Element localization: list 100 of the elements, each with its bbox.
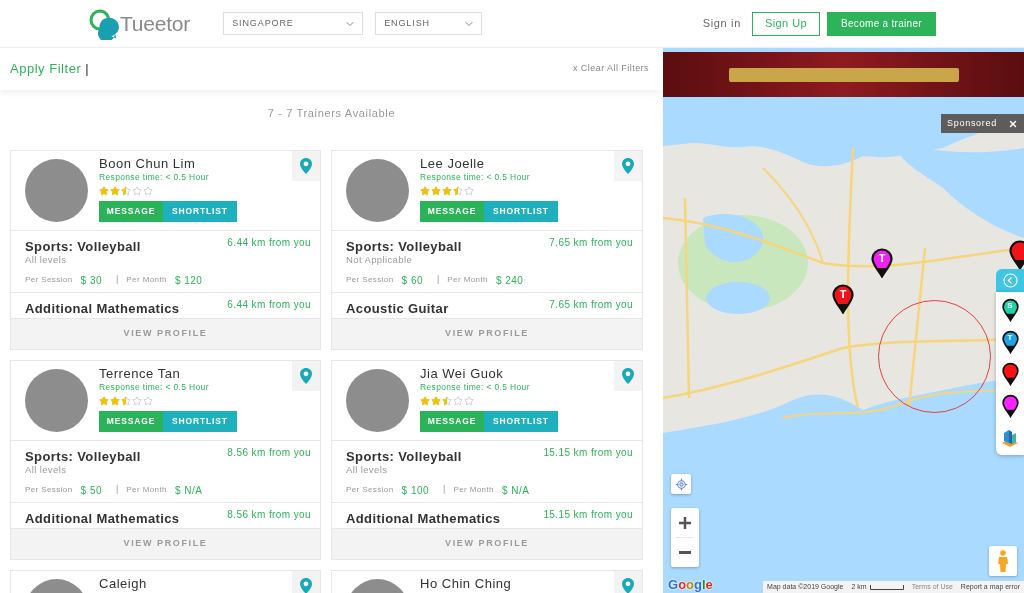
price-label: Per Session <box>25 484 73 496</box>
star-icon <box>431 185 441 196</box>
response-time: Response time: < 0.5 Hour <box>99 172 209 183</box>
text-cursor: | <box>85 60 89 79</box>
language-select[interactable]: ENGLISH <box>375 12 483 35</box>
location-button[interactable] <box>292 151 320 181</box>
star-icon <box>110 395 120 406</box>
skill-level: Not Applicable <box>346 254 414 266</box>
map-pin-icon <box>622 158 634 174</box>
price-label: Per Month <box>126 274 167 286</box>
price-value: $ 120 <box>174 273 203 288</box>
subject-title: Sports: Volleyball <box>346 450 462 464</box>
price-value: $ 50 <box>80 483 102 498</box>
legend-pin-letter: T <box>1006 332 1014 343</box>
price-label: Per Session <box>346 484 394 496</box>
star-icon <box>132 395 142 406</box>
view-profile-button[interactable]: VIEW PROFILE <box>11 528 320 559</box>
message-button[interactable]: MESSAGE <box>99 411 163 432</box>
clear-filters-button[interactable]: x Clear All Filters <box>572 62 649 76</box>
minus-icon <box>679 551 691 554</box>
star-icon <box>110 185 120 196</box>
map-pin-icon <box>300 158 312 174</box>
view-profile-button[interactable]: VIEW PROFILE <box>332 528 642 559</box>
pegman-icon <box>997 550 1009 572</box>
trainer-name[interactable]: Terrence Tan <box>99 366 181 382</box>
star-icon <box>453 395 463 406</box>
sign-up-button[interactable]: Sign Up <box>752 11 820 36</box>
skill-level: All levels <box>25 464 68 476</box>
message-button[interactable]: MESSAGE <box>420 201 484 222</box>
shortlist-button[interactable]: SHORTLIST <box>484 411 558 432</box>
results-count: 7 - 7 Trainers Available <box>267 106 396 121</box>
subject-title: Acoustic Guitar <box>346 302 449 316</box>
price-value: $ N/A <box>174 483 203 498</box>
become-trainer-button[interactable]: Become a trainer <box>827 11 936 36</box>
subject-title: Additional Mathematics <box>25 512 180 526</box>
trainer-name[interactable]: Caleigh <box>99 576 147 592</box>
distance-text: 8.56 km from you <box>227 447 311 459</box>
message-button[interactable]: MESSAGE <box>420 411 484 432</box>
close-icon[interactable] <box>1008 118 1018 129</box>
star-icon <box>464 185 474 196</box>
trainer-name[interactable]: Jia Wei Guok <box>420 366 504 382</box>
scale-bar-icon <box>869 584 904 590</box>
response-time: Response time: < 0.5 Hour <box>420 172 530 183</box>
location-button[interactable] <box>614 151 642 181</box>
street-view-button[interactable] <box>989 546 1017 576</box>
distance-text: 6.44 km from you <box>227 299 311 311</box>
price-value: $ 30 <box>80 273 102 288</box>
star-icon <box>132 185 142 196</box>
response-time: Response time: < 0.5 Hour <box>420 382 530 393</box>
price-label: Per Session <box>346 274 394 286</box>
chevron-left-icon <box>1002 273 1018 288</box>
price-value: $ 60 <box>401 273 423 288</box>
logo-icon <box>88 7 120 40</box>
star-icon <box>464 395 474 406</box>
star-icon <box>420 185 430 196</box>
trainer-name[interactable]: Ho Chin Ching <box>420 576 512 592</box>
star-icon <box>420 395 430 406</box>
star-icon <box>121 185 131 196</box>
trainer-name[interactable]: Lee Joelle <box>420 156 485 172</box>
subject-title: Additional Mathematics <box>346 512 501 526</box>
country-select[interactable]: SINGAPORE <box>223 12 364 35</box>
locate-button[interactable] <box>671 474 691 494</box>
logo-text[interactable]: Tueetor <box>120 13 191 34</box>
price-label: Per Month <box>453 484 494 496</box>
price-separator: | <box>116 483 119 497</box>
star-icon <box>121 395 131 406</box>
shortlist-button[interactable]: SHORTLIST <box>484 201 558 222</box>
price-value: $ 240 <box>495 273 524 288</box>
shortlist-button[interactable]: SHORTLIST <box>163 201 237 222</box>
star-icon <box>99 395 109 406</box>
building-icon <box>1001 428 1019 448</box>
sign-in-link[interactable]: Sign in <box>702 15 741 32</box>
skill-level: All levels <box>346 464 389 476</box>
location-button[interactable] <box>614 361 642 391</box>
map-pin-icon <box>622 368 634 384</box>
map-pin-icon <box>300 578 312 593</box>
trainer-name[interactable]: Boon Chun Lim <box>99 156 196 172</box>
legend-pin-letter: S <box>1006 300 1014 311</box>
star-icon <box>442 185 452 196</box>
apply-filter-button[interactable]: Apply Filter <box>10 59 82 79</box>
view-profile-button[interactable]: VIEW PROFILE <box>11 318 320 349</box>
message-button[interactable]: MESSAGE <box>99 201 163 222</box>
ad-banner-image[interactable] <box>663 52 1024 97</box>
distance-text: 7.65 km from you <box>549 299 633 311</box>
price-separator: | <box>443 483 446 497</box>
skill-level: All levels <box>25 254 68 266</box>
location-button[interactable] <box>292 571 320 593</box>
view-profile-button[interactable]: VIEW PROFILE <box>332 318 642 349</box>
plus-icon <box>679 516 691 529</box>
map-pin-icon <box>622 578 634 593</box>
distance-text: 15.15 km from you <box>543 509 633 521</box>
price-label: Per Month <box>126 484 167 496</box>
price-value: $ 100 <box>401 483 430 498</box>
distance-text: 7.65 km from you <box>549 237 633 249</box>
star-icon <box>453 185 463 196</box>
price-label: Per Session <box>25 274 73 286</box>
location-button[interactable] <box>614 571 642 593</box>
location-button[interactable] <box>292 361 320 391</box>
shortlist-button[interactable]: SHORTLIST <box>163 411 237 432</box>
legend-toggle-button[interactable] <box>996 269 1024 292</box>
